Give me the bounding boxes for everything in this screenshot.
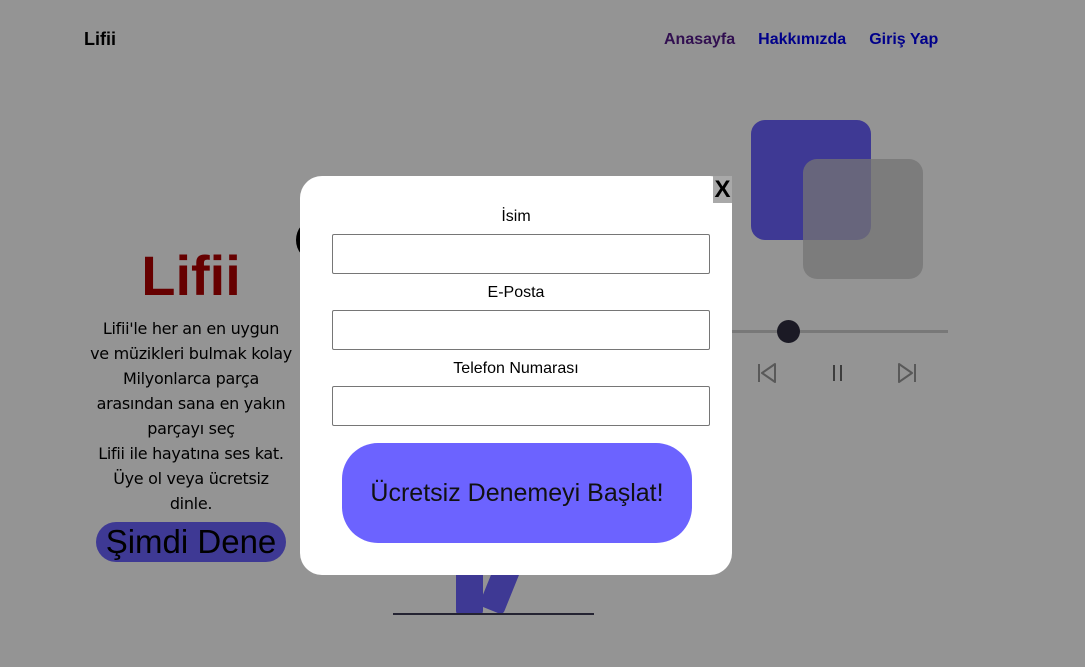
email-label: E-Posta <box>487 284 545 301</box>
signup-modal: İsim E-Posta Telefon Numarası Ücretsiz D… <box>300 176 732 575</box>
close-modal-button[interactable]: X <box>713 176 732 203</box>
name-input[interactable] <box>332 234 710 274</box>
phone-label: Telefon Numarası <box>453 360 579 377</box>
phone-input[interactable] <box>332 386 710 426</box>
name-label: İsim <box>501 208 531 225</box>
email-input[interactable] <box>332 310 710 350</box>
start-free-trial-button[interactable]: Ücretsiz Denemeyi Başlat! <box>342 443 692 543</box>
